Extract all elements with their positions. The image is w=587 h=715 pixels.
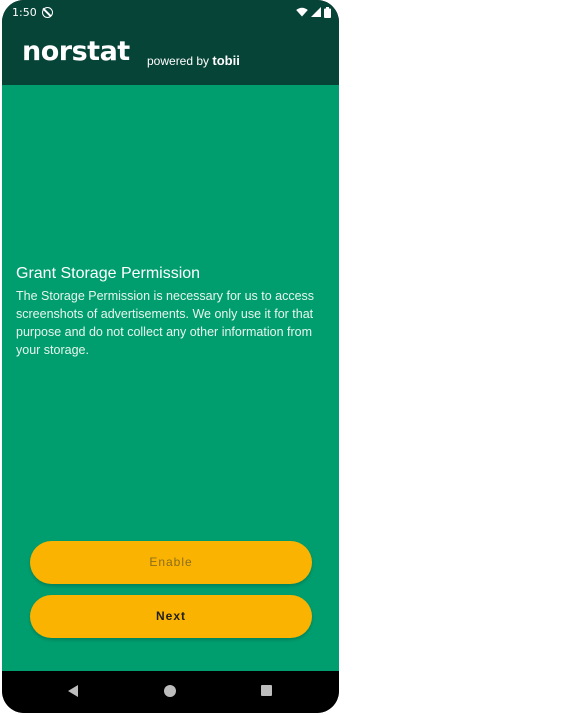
status-time: 1:50 xyxy=(12,6,37,19)
tobii-brand: tobii xyxy=(212,53,240,68)
wifi-icon xyxy=(296,7,308,17)
permission-description: The Storage Permission is necessary for … xyxy=(16,289,315,357)
battery-icon xyxy=(324,6,331,18)
back-icon[interactable] xyxy=(68,685,78,697)
permission-title: Grant Storage Permission xyxy=(16,265,201,282)
home-icon[interactable] xyxy=(164,685,176,697)
powered-by-prefix: powered by xyxy=(147,54,210,68)
norstat-logo: norstat xyxy=(22,36,130,67)
enable-button[interactable]: Enable xyxy=(30,541,312,584)
navigation-bar xyxy=(2,671,339,713)
next-button[interactable]: Next xyxy=(30,595,312,638)
status-icons xyxy=(296,6,331,18)
phone-frame: 1:50 norstat powered by tobii Grant Stor… xyxy=(2,0,339,713)
status-bar: 1:50 xyxy=(2,0,339,28)
powered-by-label: powered by tobii xyxy=(147,53,240,68)
app-notification-icon xyxy=(42,7,53,18)
app-header: norstat powered by tobii xyxy=(2,28,339,85)
cellular-signal-icon xyxy=(311,7,321,17)
recents-icon[interactable] xyxy=(261,685,272,696)
permission-screen: Grant Storage Permission The Storage Per… xyxy=(2,85,339,671)
